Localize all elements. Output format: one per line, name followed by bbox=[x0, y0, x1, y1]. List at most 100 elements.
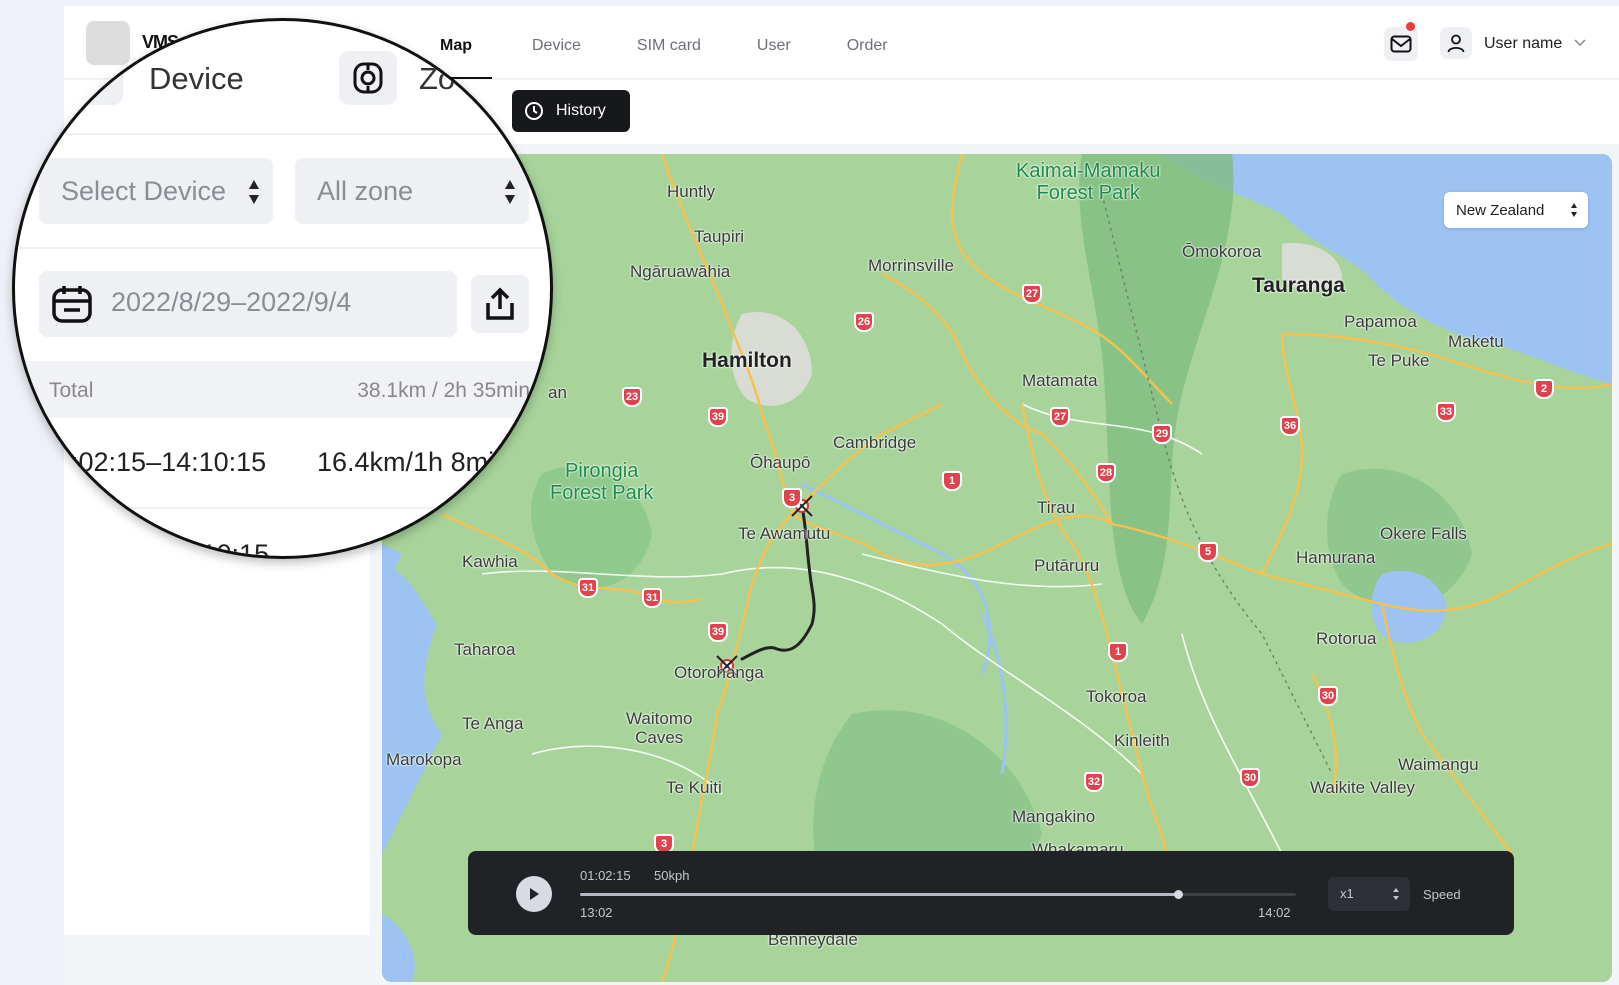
speed-label: Speed bbox=[1423, 887, 1461, 902]
export-button[interactable] bbox=[471, 275, 529, 333]
highway-shield: 5 bbox=[1198, 542, 1218, 562]
highway-shield: 31 bbox=[578, 578, 598, 598]
map-label: Tokoroa bbox=[1086, 687, 1147, 706]
map-label: Hamurana bbox=[1296, 548, 1376, 567]
map-view[interactable]: Huntly Taupiri Ngāruawāhia Morrinsville … bbox=[382, 154, 1612, 982]
highway-shield: 26 bbox=[854, 312, 874, 332]
highway-shield: 30 bbox=[1318, 686, 1338, 706]
select-device-value: Select Device bbox=[61, 176, 227, 206]
play-button[interactable] bbox=[516, 876, 552, 912]
nav-order[interactable]: Order bbox=[841, 6, 894, 79]
chevron-down-icon[interactable] bbox=[1574, 39, 1586, 47]
highway-shield: 39 bbox=[708, 407, 728, 427]
highway-shield: 1 bbox=[942, 471, 962, 491]
playback-current-time: 01:02:15 bbox=[580, 868, 631, 883]
map-label: Tirau bbox=[1037, 498, 1076, 517]
select-arrows-icon bbox=[1571, 203, 1577, 217]
zone-dropdown-value: All zone bbox=[317, 176, 414, 206]
nav-sim-card-label: SIM card bbox=[636, 37, 701, 54]
map-label: Cambridge bbox=[833, 433, 917, 452]
map-label: Taharoa bbox=[454, 640, 516, 659]
calendar-icon bbox=[52, 286, 92, 323]
trip-row-time[interactable]: :02:15–14:10:15 bbox=[71, 447, 266, 478]
playback-track[interactable] bbox=[580, 890, 1296, 899]
map-label: Otorohanga bbox=[674, 663, 764, 682]
map-label: Kinleith bbox=[1114, 731, 1170, 750]
date-range-picker[interactable]: 2022/8/29–2022/9/4 bbox=[39, 271, 457, 337]
map-label: Matamata bbox=[1022, 371, 1098, 390]
map-label: Kaimai-Mamaku Forest Park bbox=[1016, 160, 1161, 204]
map-label: Waitomo Caves bbox=[626, 709, 693, 747]
divider bbox=[15, 133, 550, 135]
map-label: Te Kuiti bbox=[666, 778, 722, 797]
map-label: Okere Falls bbox=[1380, 524, 1467, 543]
highway-shield: 36 bbox=[1280, 416, 1300, 436]
zone-dropdown[interactable]: All zone bbox=[295, 158, 529, 224]
playback-start-time: 13:02 bbox=[580, 905, 613, 920]
play-icon bbox=[530, 888, 539, 900]
user-avatar[interactable] bbox=[1440, 27, 1472, 59]
highway-shield: 30 bbox=[1240, 768, 1260, 788]
highway-shield: 1 bbox=[1108, 642, 1128, 662]
total-value: 38.1km / 2h 35min bbox=[357, 379, 530, 402]
notification-dot bbox=[1406, 22, 1415, 31]
share-icon bbox=[486, 287, 514, 320]
device-tab[interactable]: Device bbox=[149, 61, 244, 97]
divider bbox=[15, 247, 550, 249]
playback-end-time: 14:02 bbox=[1258, 905, 1291, 920]
map-label: Mangakino bbox=[1012, 807, 1096, 826]
highway-shield: 27 bbox=[1022, 284, 1042, 304]
zone-tab-icon-button[interactable] bbox=[339, 51, 397, 105]
map-label: Putāruru bbox=[1034, 556, 1100, 575]
map-label: Ōhaupō bbox=[750, 453, 811, 472]
zone-icon bbox=[353, 62, 383, 94]
region-select[interactable]: New Zealand bbox=[1444, 192, 1588, 228]
map-label: Waimangu bbox=[1398, 755, 1479, 774]
highway-shield: 28 bbox=[1096, 463, 1116, 483]
select-device-dropdown[interactable]: Select Device bbox=[39, 158, 273, 224]
highway-shield: 32 bbox=[1084, 772, 1104, 792]
map-label: Taupiri bbox=[694, 227, 745, 246]
trip-row-stats[interactable]: 16.4km/1h 8mi bbox=[317, 447, 494, 478]
map-label: Hamilton bbox=[702, 349, 792, 372]
user-icon bbox=[1447, 34, 1465, 53]
select-arrows-icon bbox=[505, 180, 515, 204]
nav-order-label: Order bbox=[846, 37, 888, 54]
map-label: Maketu bbox=[1448, 332, 1504, 351]
mail-button[interactable] bbox=[1384, 27, 1418, 61]
select-arrows-icon bbox=[1393, 888, 1399, 900]
speed-multiplier-select[interactable]: x1 bbox=[1328, 877, 1410, 911]
map-label: Papamoa bbox=[1344, 312, 1417, 331]
select-arrows-icon bbox=[249, 180, 259, 204]
speed-multiplier-value: x1 bbox=[1340, 886, 1354, 901]
playback-handle[interactable] bbox=[1173, 890, 1183, 899]
zone-tab[interactable]: Zo bbox=[419, 61, 455, 97]
nav-user[interactable]: User bbox=[751, 6, 797, 79]
total-summary: Total 38.1km / 2h 35min bbox=[15, 361, 550, 418]
history-button-label: History bbox=[556, 102, 606, 119]
map-label: Morrinsville bbox=[868, 256, 954, 275]
nav-user-label: User bbox=[756, 37, 791, 54]
map-label: Te Awamutu bbox=[738, 524, 831, 543]
nav-sim-card[interactable]: SIM card bbox=[631, 6, 707, 79]
map-label: Tauranga bbox=[1252, 274, 1345, 297]
playback-progress bbox=[580, 893, 1178, 896]
highway-shield: 23 bbox=[622, 387, 642, 407]
playback-current-speed: 50kph bbox=[654, 868, 690, 883]
playback-bar: 01:02:15 50kph 13:02 14:02 x1 Speed bbox=[468, 851, 1514, 935]
date-range-value: 2022/8/29–2022/9/4 bbox=[111, 287, 352, 317]
highway-shield: 39 bbox=[708, 622, 728, 642]
user-name[interactable]: User name bbox=[1484, 35, 1562, 53]
map-label: Marokopa bbox=[386, 750, 462, 769]
divider bbox=[15, 507, 550, 509]
device-tab-icon[interactable] bbox=[65, 51, 123, 105]
map-label: Waikite Valley bbox=[1310, 778, 1415, 797]
map-label: Huntly bbox=[667, 182, 716, 201]
highway-shield: 3 bbox=[782, 488, 802, 508]
highway-shield: 29 bbox=[1152, 424, 1172, 444]
map-label: Te Anga bbox=[462, 714, 524, 733]
highway-shield: 31 bbox=[642, 588, 662, 608]
region-select-value: New Zealand bbox=[1456, 201, 1545, 219]
map-label: Ōmokoroa bbox=[1182, 242, 1262, 261]
map-label: an bbox=[548, 383, 567, 402]
